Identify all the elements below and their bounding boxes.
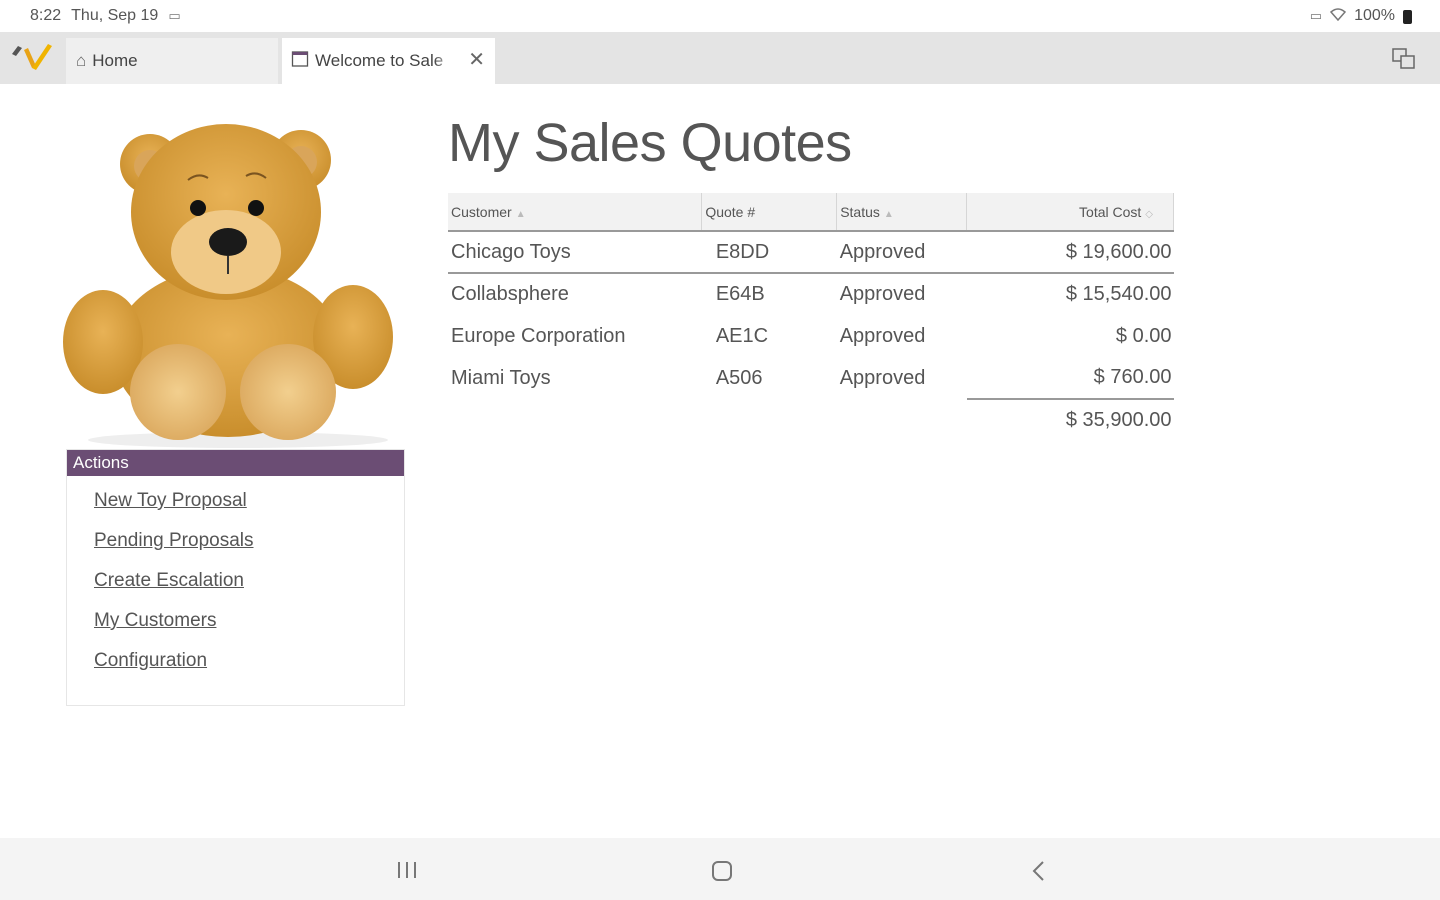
cell-status: Approved: [836, 231, 967, 274]
home-icon: ⌂: [76, 51, 87, 70]
table-row[interactable]: Collabsphere E64B Approved $ 15,540.00: [448, 273, 1174, 315]
total-row: $ 35,900.00: [448, 398, 1174, 441]
cell-quote: E64B: [715, 283, 765, 305]
battery-percent: 100%: [1354, 7, 1395, 24]
tab-welcome-label: Welcome to Sale: [315, 51, 444, 70]
quotes-table: Customer ▲ Quote # Status ▲ Total Cost ◇ Ch…: [448, 193, 1174, 441]
tab-home-label: Home: [92, 51, 138, 70]
table-row[interactable]: Europe Corporation AE1C Approved $ 0.00: [448, 315, 1174, 357]
list-item: My Customers: [94, 610, 404, 650]
page-title: My Sales Quotes: [448, 113, 852, 173]
cell-quote: A506: [715, 366, 763, 389]
cell-status: Approved: [839, 283, 926, 305]
sort-icon: ▲: [883, 208, 894, 220]
notification-icon: ▭: [168, 8, 181, 23]
table-row[interactable]: Miami Toys A506 Approved $ 760.00: [448, 357, 1174, 399]
cell-total: $ 15,540.00: [1065, 283, 1172, 305]
tab-home[interactable]: ⌂ Home: [66, 38, 278, 84]
table-header-row: Customer ▲ Quote # Status ▲ Total Cost ◇: [448, 193, 1174, 232]
back-icon[interactable]: [1030, 860, 1048, 882]
cell-customer: Miami Toys: [451, 366, 551, 389]
vibrate-icon: ▭: [1309, 8, 1323, 23]
cell-status: Approved: [839, 366, 926, 389]
list-item: Configuration: [94, 650, 404, 690]
status-time: 8:22: [30, 7, 62, 24]
recent-apps-icon[interactable]: [396, 860, 418, 880]
cell-status: Approved: [839, 324, 926, 347]
teddy-bear-image: [63, 124, 393, 448]
status-bar: 8:22 Thu, Sep 19 ▭ ▭ 100%: [0, 0, 1440, 32]
link-configuration[interactable]: Configuration: [94, 650, 207, 671]
cell-total: $ 19,600.00: [966, 231, 1174, 274]
column-header-total-cost[interactable]: Total Cost ◇: [966, 193, 1174, 232]
cell-customer: Europe Corporation: [451, 324, 626, 347]
cell-customer: Chicago Toys: [448, 231, 702, 274]
cell-total: $ 0.00: [1115, 324, 1172, 347]
link-new-toy-proposal[interactable]: New Toy Proposal: [94, 490, 247, 511]
link-pending-proposals[interactable]: Pending Proposals: [94, 530, 254, 551]
tab-switcher-icon[interactable]: [1392, 48, 1416, 70]
actions-list: New Toy Proposal Pending Proposals Creat…: [67, 476, 404, 690]
list-item: Create Escalation: [94, 570, 404, 610]
app-logo-icon[interactable]: [10, 40, 54, 74]
tab-strip: ⌂ Home Welcome to Sale ✕: [0, 32, 1440, 84]
cell-quote: AE1C: [715, 324, 769, 347]
list-item: Pending Proposals: [94, 530, 404, 570]
battery-icon: [1403, 10, 1412, 24]
status-date: Thu, Sep 19: [71, 7, 159, 24]
wifi-icon: [1330, 7, 1347, 25]
page-icon: [291, 50, 309, 73]
actions-panel: Actions New Toy Proposal Pending Proposa…: [66, 449, 405, 706]
sort-icon: ▲: [515, 208, 526, 220]
column-header-quote[interactable]: Quote #: [701, 193, 838, 232]
cell-quote: E8DD: [701, 231, 837, 274]
link-create-escalation[interactable]: Create Escalation: [94, 570, 244, 591]
cell-total: $ 760.00: [1093, 366, 1172, 388]
actions-header: Actions: [67, 450, 404, 476]
system-nav-bar: [0, 838, 1440, 900]
cell-customer: Collabsphere: [451, 283, 569, 305]
tab-welcome[interactable]: Welcome to Sale ✕: [282, 38, 495, 84]
grand-total: $ 35,900.00: [966, 398, 1174, 441]
list-item: New Toy Proposal: [94, 490, 404, 530]
column-header-status[interactable]: Status ▲: [836, 193, 968, 232]
link-my-customers[interactable]: My Customers: [94, 610, 216, 631]
table-row[interactable]: Chicago Toys E8DD Approved $ 19,600.00: [448, 231, 1174, 274]
home-circle-icon[interactable]: [711, 860, 733, 882]
column-header-customer[interactable]: Customer ▲: [448, 193, 703, 232]
close-icon[interactable]: ✕: [468, 50, 485, 70]
sort-icon: ◇: [1145, 208, 1153, 220]
